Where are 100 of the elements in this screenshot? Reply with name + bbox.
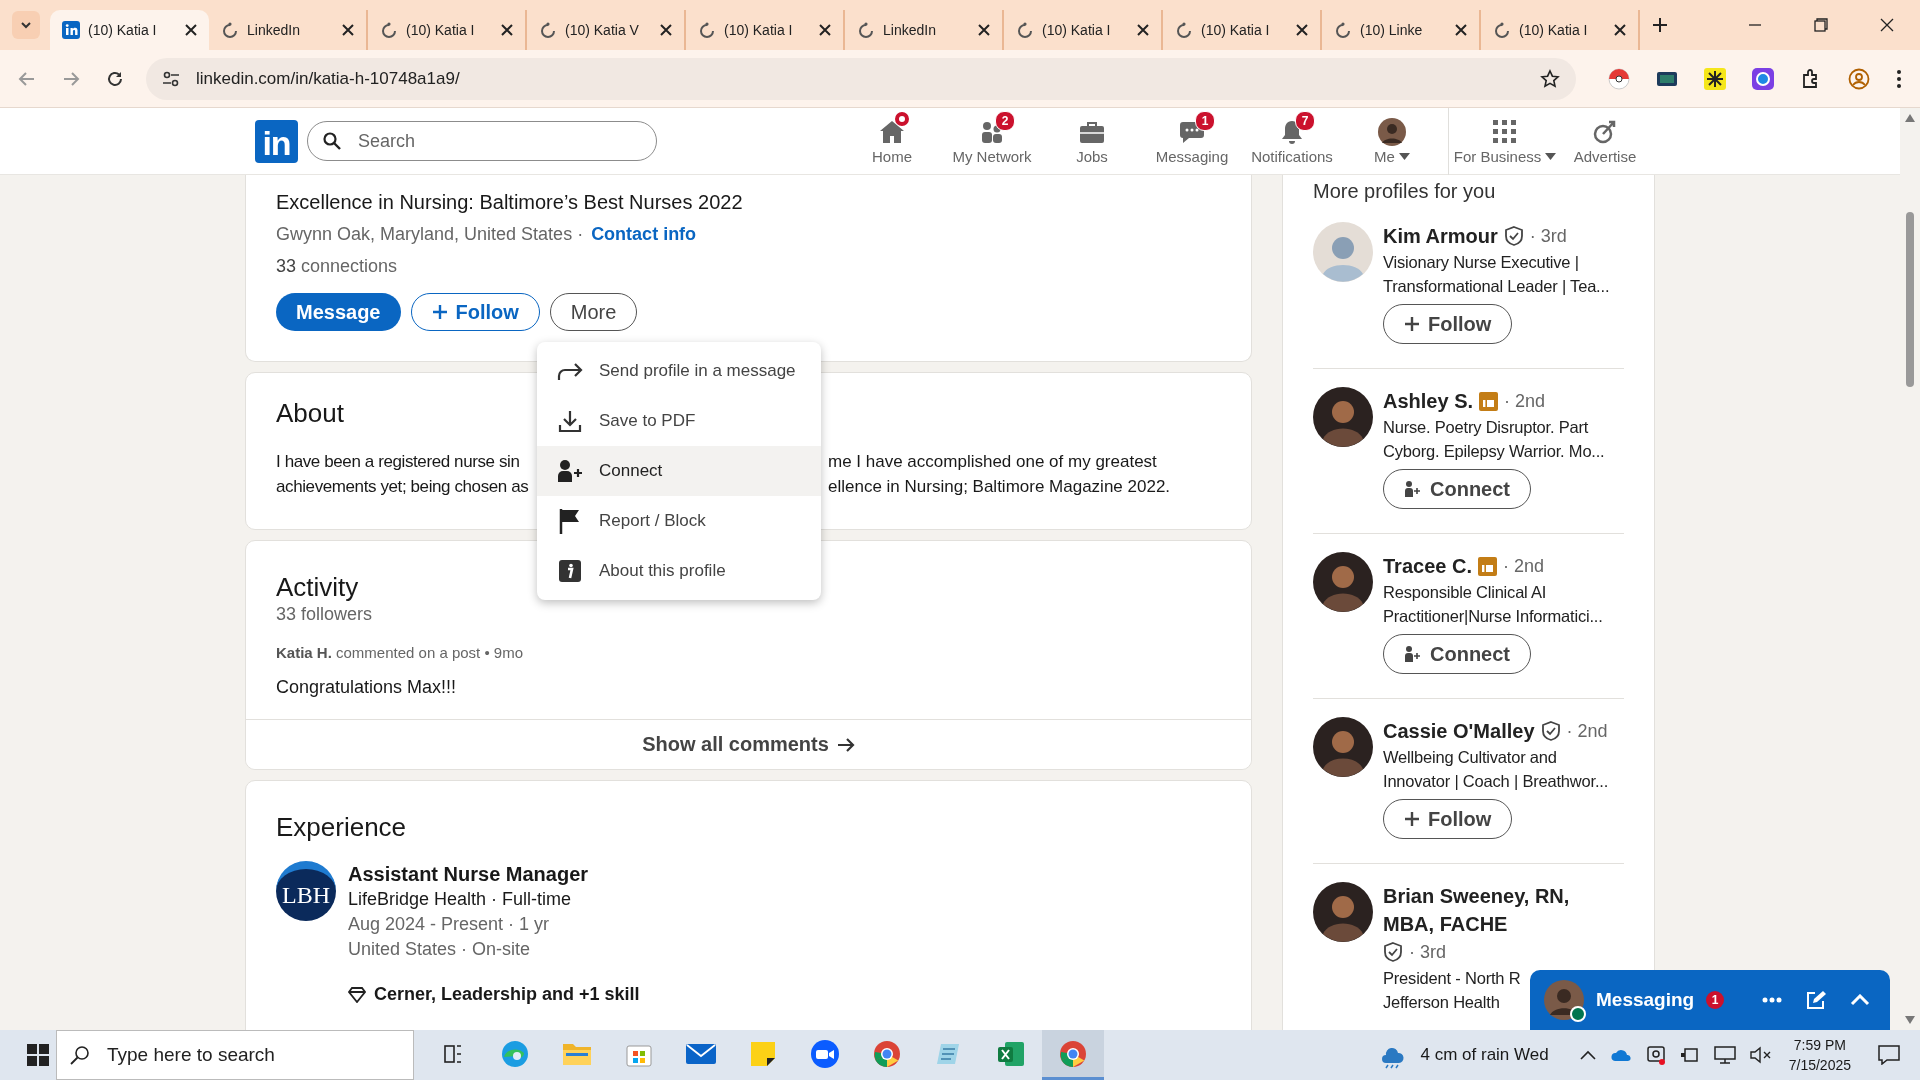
- tab-list-button[interactable]: [12, 11, 40, 39]
- follow-button[interactable]: Follow: [1383, 304, 1513, 344]
- premium-badge-icon: [1477, 556, 1497, 576]
- close-icon[interactable]: [1296, 24, 1308, 36]
- weather-text[interactable]: 4 cm of rain Wed: [1420, 1045, 1549, 1065]
- linkedin-logo[interactable]: in: [255, 119, 298, 163]
- taskbar-search-field[interactable]: Type here to search: [56, 1030, 414, 1080]
- close-icon[interactable]: [1137, 24, 1149, 36]
- profile-headline: Excellence in Nursing: Baltimore’s Best Nurses 2022: [276, 190, 744, 215]
- menu-item[interactable]: Report / Block: [537, 496, 821, 546]
- profile-name[interactable]: Cassie O'Malley: [1383, 717, 1535, 745]
- bookmark-star-icon[interactable]: [1540, 68, 1560, 89]
- close-icon[interactable]: [501, 24, 513, 36]
- tab-title: (10) Katia I: [724, 22, 794, 38]
- browser-tab[interactable]: (10) Katia I: [50, 10, 209, 50]
- nav-item[interactable]: Advertise: [1555, 111, 1655, 165]
- network-icon[interactable]: [1713, 1046, 1736, 1064]
- profile-name[interactable]: Kim Armour: [1383, 222, 1498, 250]
- nav-item[interactable]: 7 Notifications: [1242, 111, 1342, 165]
- profile-name[interactable]: Brian Sweeney, RN, MBA, FACHE: [1383, 882, 1624, 938]
- security-icon[interactable]: [1645, 1045, 1666, 1065]
- nav-item[interactable]: Home: [842, 111, 942, 165]
- chevron-up-icon[interactable]: [1579, 1050, 1596, 1060]
- loading-icon: [380, 21, 398, 39]
- close-icon[interactable]: [819, 24, 831, 36]
- linkedin-icon: [62, 21, 80, 39]
- message-button[interactable]: Message: [276, 293, 401, 331]
- avatar[interactable]: [1313, 552, 1373, 612]
- avatar: [1378, 118, 1406, 146]
- back-icon[interactable]: [18, 69, 36, 88]
- profile-name[interactable]: Ashley S.: [1383, 387, 1474, 415]
- close-icon[interactable]: [342, 24, 354, 36]
- profile-headline: Nurse. Poetry Disruptor. Part: [1383, 418, 1589, 436]
- avatar[interactable]: [1313, 882, 1373, 942]
- reload-icon[interactable]: [106, 69, 124, 88]
- avatar[interactable]: [1313, 717, 1373, 777]
- nav-item[interactable]: Jobs: [1042, 111, 1142, 165]
- profile-name[interactable]: Tracee C.: [1383, 552, 1472, 580]
- close-icon[interactable]: [1455, 24, 1467, 36]
- contact-info-link[interactable]: Contact info: [591, 221, 697, 247]
- menu-item[interactable]: Connect: [537, 446, 821, 496]
- verified-shield-icon: [1383, 942, 1403, 962]
- company-name: LifeBridge Health · Full-time: [348, 888, 573, 911]
- new-tab-icon[interactable]: [1652, 17, 1668, 33]
- nav-item[interactable]: 2 My Network: [942, 111, 1042, 165]
- menu-item[interactable]: About this profile: [537, 546, 821, 596]
- cloud-icon[interactable]: [1609, 1048, 1632, 1062]
- plus-icon: [1404, 316, 1420, 332]
- clock-time[interactable]: 7:59 PM: [1793, 1035, 1846, 1055]
- company-logo[interactable]: LBH: [276, 861, 336, 921]
- scroll-up-icon[interactable]: [1905, 114, 1915, 122]
- section-title: More profiles for you: [1313, 179, 1497, 204]
- extension-icon[interactable]: [1704, 67, 1726, 90]
- nav-label: Me: [1374, 148, 1395, 165]
- verified-shield-icon: [1540, 721, 1561, 741]
- messaging-bar[interactable]: Messaging 1: [1530, 970, 1890, 1030]
- address-bar[interactable]: linkedin.com/in/katia-h-10748a1a9/: [146, 57, 1576, 100]
- spreadsheet-icon: [997, 1039, 1025, 1068]
- menu-icon[interactable]: [1896, 68, 1902, 89]
- volume-muted-icon[interactable]: [1749, 1046, 1772, 1064]
- profile-headline: Wellbeing Cultivator and: [1383, 748, 1557, 766]
- connect-button[interactable]: Connect: [1383, 634, 1531, 674]
- tab-title: (10) Linke: [1360, 22, 1424, 38]
- more-button[interactable]: More: [549, 293, 638, 331]
- nav-item[interactable]: 1 Messaging: [1142, 111, 1242, 165]
- connection-degree: · 2nd: [1566, 720, 1608, 743]
- follow-button[interactable]: Follow: [410, 293, 540, 331]
- nav-item[interactable]: Me: [1342, 111, 1442, 165]
- connect-button[interactable]: Connect: [1383, 469, 1531, 509]
- close-icon[interactable]: [1614, 24, 1626, 36]
- clock-date[interactable]: 7/15/2025: [1788, 1055, 1851, 1075]
- close-icon[interactable]: [978, 24, 990, 36]
- notification-badge: 7: [1295, 111, 1315, 131]
- plus-icon: [431, 304, 448, 320]
- show-all-comments-button[interactable]: Show all comments: [246, 719, 1251, 769]
- menu-item[interactable]: Send profile in a message: [537, 346, 821, 396]
- menu-item[interactable]: Save to PDF: [537, 396, 821, 446]
- site-settings-icon[interactable]: [162, 69, 180, 88]
- close-icon[interactable]: [1880, 18, 1894, 32]
- post-meta: Katia H. commented on a post • 9mo: [276, 643, 525, 663]
- premium-badge-icon: [1479, 391, 1499, 411]
- profile-headline: Visionary Nurse Executive |: [1383, 253, 1579, 271]
- scroll-thumb[interactable]: [1906, 212, 1914, 387]
- search-field[interactable]: Search: [307, 121, 657, 161]
- avatar[interactable]: [1313, 387, 1373, 447]
- close-icon[interactable]: [185, 24, 197, 36]
- nav-label: Advertise: [1573, 148, 1637, 165]
- more-options-icon[interactable]: [1762, 997, 1782, 1003]
- notifications-icon[interactable]: [1878, 1045, 1900, 1065]
- profile-headline: Responsible Clinical AI: [1383, 583, 1547, 601]
- restore-icon[interactable]: [1814, 18, 1828, 32]
- follow-button[interactable]: Follow: [1383, 799, 1513, 839]
- compose-icon[interactable]: [1806, 990, 1826, 1010]
- nav-item[interactable]: For Business: [1455, 111, 1555, 165]
- windows-start-icon[interactable]: [27, 1044, 49, 1066]
- scroll-down-icon[interactable]: [1905, 1016, 1915, 1024]
- pokeball-icon[interactable]: [1608, 67, 1630, 90]
- profile-icon[interactable]: [1848, 67, 1870, 90]
- forward-icon[interactable]: [62, 69, 80, 88]
- close-icon[interactable]: [660, 24, 672, 36]
